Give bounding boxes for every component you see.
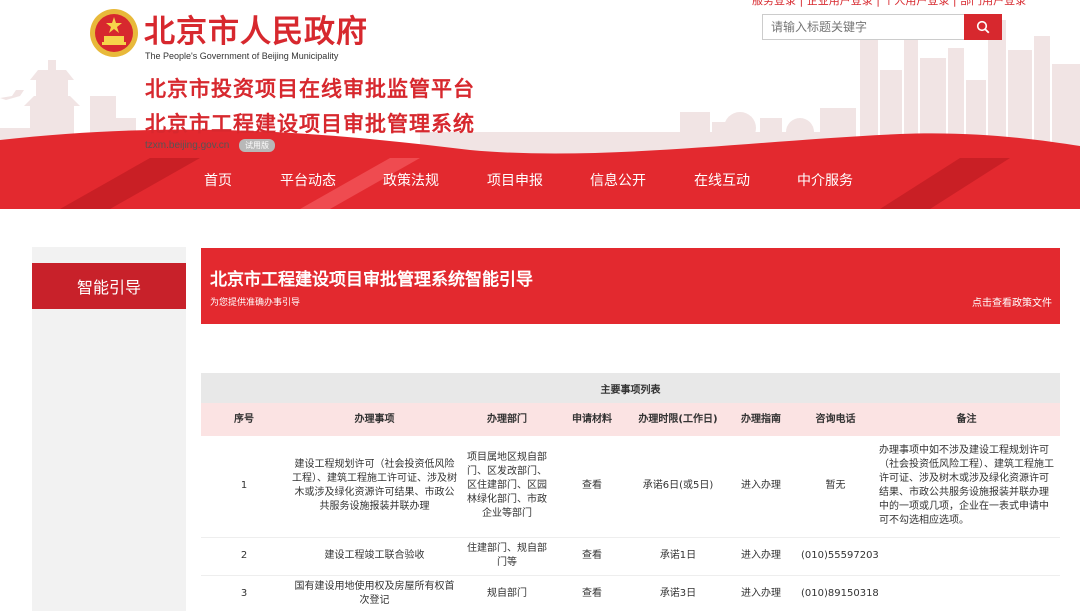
table-row: 1 建设工程规划许可（社会投资低风险工程）、建筑工程施工许可证、涉及树木或涉及绿… [201,436,1060,538]
search-icon [976,20,990,34]
matter-name: 建设工程竣工联合验收 [287,537,462,576]
row-number: 2 [201,537,287,576]
national-emblem-icon [90,9,138,57]
system-title: 北京市工程建设项目审批管理系统 [145,112,475,136]
time-limit: 承诺6日(或5日) [632,436,724,538]
nav-item-info-public[interactable]: 信息公开 [590,170,646,190]
main-nav: 首页 平台动态 政策法规 项目申报 信息公开 在线互动 中介服务 [0,158,1080,209]
nav-item-project-declare[interactable]: 项目申报 [487,170,543,190]
remark [873,575,1060,611]
sidebar-item-smart-guide[interactable]: 智能引导 [32,263,186,309]
table-row: 3 国有建设用地使用权及房屋所有权首次登记 规自部门 查看 承诺3日 进入办理 … [201,575,1060,611]
row-number: 1 [201,436,287,538]
guide-banner: 北京市工程建设项目审批管理系统智能引导 为您提供准确办事引导 点击查看政策文件 [201,248,1060,324]
gov-subtitle: The People's Government of Beijing Munic… [145,51,339,61]
nav-item-interaction[interactable]: 在线互动 [694,170,750,190]
site-header: 北京市人民政府 The People's Government of Beiji… [0,0,1080,158]
table-caption: 主要事项列表 [201,373,1060,403]
view-materials-link[interactable]: 查看 [552,436,632,538]
matter-name: 国有建设用地使用权及房屋所有权首次登记 [287,575,462,611]
table-header-row: 序号 办理事项 办理部门 申请材料 办理时限(工作日) 办理指南 咨询电话 备注 [201,403,1060,436]
banner-subtitle: 为您提供准确办事引导 [210,298,301,308]
consult-phone: 暂无 [798,436,873,538]
column-header: 办理部门 [462,403,552,436]
column-header: 申请材料 [552,403,632,436]
consult-phone: (010)55597203 [798,537,879,576]
policy-docs-link[interactable]: 点击查看政策文件 [972,294,1052,309]
enter-handling-link[interactable]: 进入办理 [724,575,798,611]
nav-item-agency-service[interactable]: 中介服务 [797,170,853,190]
column-header: 备注 [873,403,1060,436]
time-limit: 承诺3日 [632,575,724,611]
column-header: 办理指南 [724,403,798,436]
nav-item-policy[interactable]: 政策法规 [383,170,439,190]
banner-title: 北京市工程建设项目审批管理系统智能引导 [210,270,533,290]
top-login-links[interactable]: 服务登录 | 企业用户登录 | 个人用户登录 | 部门用户登录 [752,0,1026,8]
nav-item-home[interactable]: 首页 [204,170,232,190]
remark [873,537,1060,576]
nav-item-platform-news[interactable]: 平台动态 [280,170,336,190]
enter-handling-link[interactable]: 进入办理 [724,436,798,538]
matters-table: 主要事项列表 序号 办理事项 办理部门 申请材料 办理时限(工作日) 办理指南 … [201,373,1060,611]
search-button[interactable] [964,14,1002,40]
column-header: 办理时限(工作日) [632,403,724,436]
time-limit: 承诺1日 [632,537,724,576]
department: 项目属地区规自部门、区发改部门、区住建部门、区园林绿化部门、市政企业等部门 [462,436,552,538]
search-input[interactable] [762,14,965,40]
platform-title: 北京市投资项目在线审批监管平台 [145,77,475,101]
matter-name: 建设工程规划许可（社会投资低风险工程）、建筑工程施工许可证、涉及树木或涉及绿化资… [287,436,462,538]
column-header: 咨询电话 [798,403,873,436]
remark: 办理事项中如不涉及建设工程规划许可（社会投资低风险工程）、建筑工程施工许可证、涉… [873,436,1060,538]
beta-badge: 试用版 [239,139,275,152]
column-header: 序号 [201,403,287,436]
column-header: 办理事项 [287,403,462,436]
view-materials-link[interactable]: 查看 [552,575,632,611]
row-number: 3 [201,575,287,611]
department: 规自部门 [462,575,552,611]
table-row: 2 建设工程竣工联合验收 住建部门、规自部门等 查看 承诺1日 进入办理 (01… [201,537,1060,576]
view-materials-link[interactable]: 查看 [552,537,632,576]
enter-handling-link[interactable]: 进入办理 [724,537,798,576]
department: 住建部门、规自部门等 [462,537,552,576]
site-domain: tzxm.beijing.gov.cn [145,140,230,151]
gov-title: 北京市人民政府 [144,14,368,50]
consult-phone: (010)89150318 [798,575,879,611]
